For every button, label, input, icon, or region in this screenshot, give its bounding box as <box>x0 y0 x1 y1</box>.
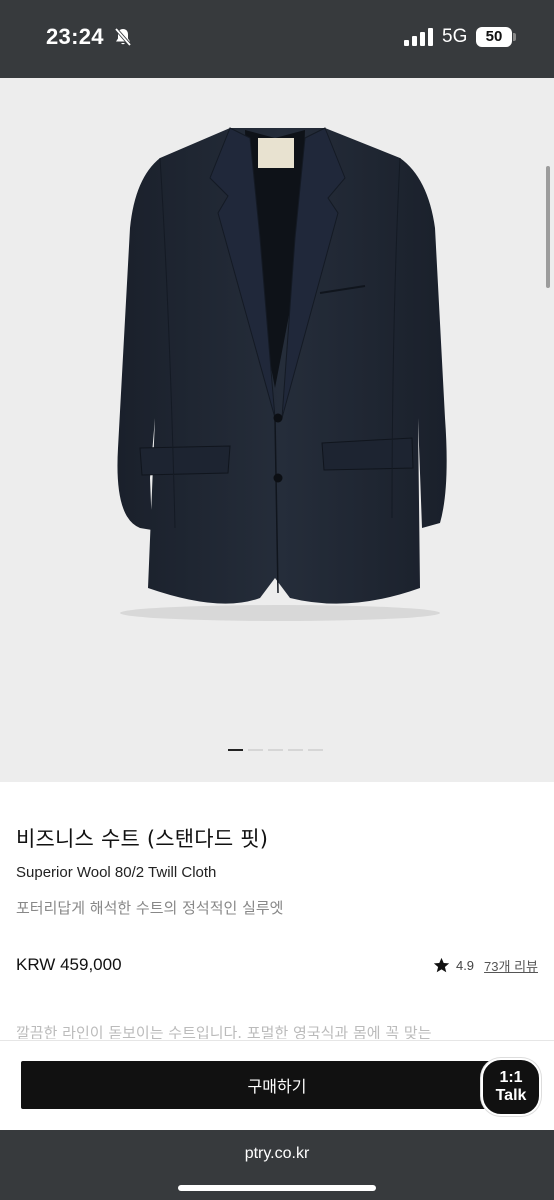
scrollbar[interactable] <box>546 166 550 288</box>
carousel-dot[interactable] <box>288 749 303 751</box>
home-indicator[interactable] <box>178 1185 376 1191</box>
signal-icon <box>404 28 433 46</box>
talk-line-2: Talk <box>495 1087 527 1104</box>
product-image-carousel[interactable] <box>0 78 554 782</box>
jacket-image <box>117 127 447 621</box>
product-description: 포터리답게 해석한 수트의 정석적인 실루엣 <box>16 899 284 917</box>
network-type: 5G <box>442 26 468 47</box>
product-title: 비즈니스 수트 (스탠다드 핏) <box>16 827 269 851</box>
carousel-dot[interactable] <box>268 749 283 751</box>
battery-tip <box>513 33 516 41</box>
carousel-dot[interactable] <box>228 749 243 751</box>
status-bar: 23:24 5G 50 <box>0 0 554 78</box>
talk-line-1: 1:1 <box>499 1069 523 1086</box>
battery-icon: 50 <box>476 27 512 47</box>
product-subtitle: Superior Wool 80/2 Twill Cloth <box>16 864 217 881</box>
bell-off-icon <box>114 27 132 47</box>
address-bar[interactable]: ptry.co.kr <box>0 1145 554 1163</box>
rating: 4.9 73개 리뷰 <box>433 956 538 975</box>
star-icon <box>433 957 450 973</box>
status-time: 23:24 <box>46 24 104 49</box>
rating-value: 4.9 <box>455 958 475 973</box>
product-price: KRW 459,000 <box>16 955 122 974</box>
product-detail-text: 깔끔한 라인이 돋보이는 수트입니다. 포멀한 영국식과 몸에 꼭 맞는 <box>16 1024 432 1039</box>
carousel-dot[interactable] <box>308 749 323 751</box>
buy-button[interactable]: 구매하기 <box>21 1061 533 1109</box>
browser-bar: ptry.co.kr <box>0 1130 554 1200</box>
carousel-dot[interactable] <box>248 749 263 751</box>
chat-talk-button[interactable]: 1:1 Talk <box>481 1058 541 1116</box>
carousel-indicators <box>228 749 323 753</box>
reviews-link[interactable]: 73개 리뷰 <box>484 956 538 975</box>
